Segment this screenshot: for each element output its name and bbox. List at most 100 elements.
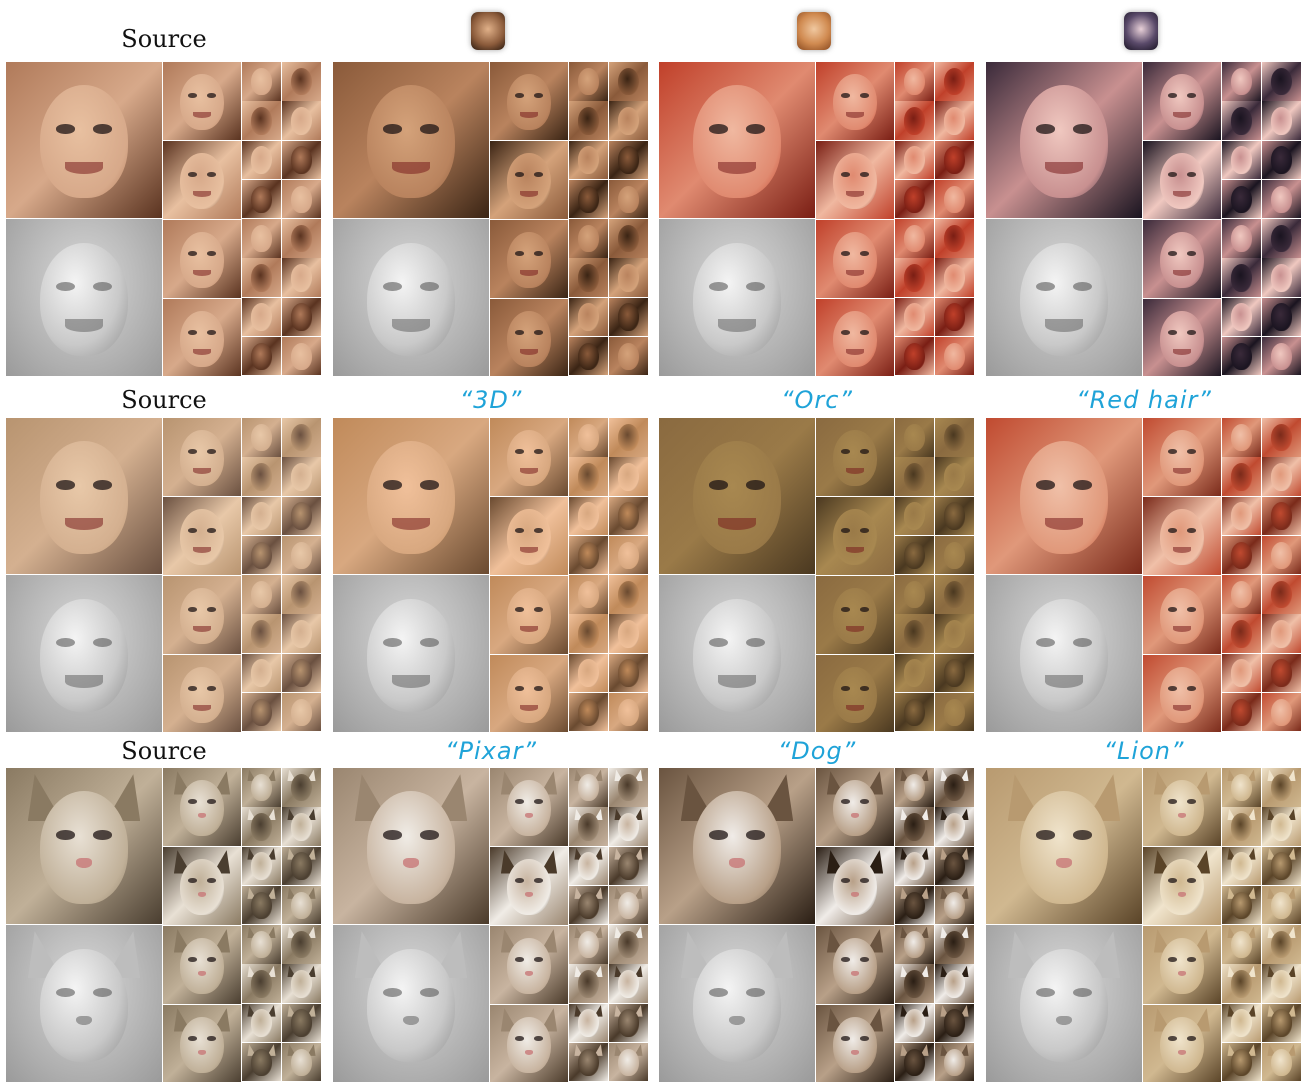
eye-shape: [187, 878, 198, 883]
small-sample-tile: [935, 964, 974, 1003]
medium-sample-tile: [816, 299, 894, 376]
face-shape: [577, 463, 600, 491]
face-shape: [617, 185, 640, 214]
nose-shape: [851, 971, 859, 976]
face-shape: [693, 441, 781, 554]
eye-shape: [187, 449, 198, 454]
eye-shape: [533, 878, 544, 883]
eye-shape: [206, 878, 217, 883]
face-shape: [1270, 813, 1293, 841]
eye-shape: [708, 987, 728, 998]
small-sample-tile: [895, 219, 934, 258]
face-shape: [1230, 659, 1253, 687]
small-sample-tile: [1262, 101, 1301, 140]
nose-shape: [525, 892, 533, 897]
small-sample-tile: [1262, 179, 1301, 219]
small-sample-tile: [609, 614, 648, 653]
small-sample-tile: [609, 101, 648, 140]
face-shape: [1230, 303, 1253, 331]
face-shape: [903, 813, 926, 841]
small-sample-tile: [1222, 807, 1261, 846]
prompt-label-pixar: “Pixar”: [445, 737, 537, 765]
main-image: [659, 62, 815, 218]
eye-shape: [382, 480, 402, 490]
face-shape: [1230, 342, 1253, 371]
small-sample-tile: [569, 179, 608, 219]
face-shape: [577, 659, 600, 687]
small-sample-tile: [609, 653, 648, 692]
eye-shape: [533, 528, 544, 533]
small-sample-tile: [282, 768, 321, 807]
main-image: [986, 768, 1142, 924]
relief-render: [333, 219, 489, 376]
face-shape: [617, 423, 640, 452]
eye-shape: [533, 93, 544, 98]
face-shape: [290, 580, 313, 609]
style-reference-thumbnail-dark-fantasy: [1124, 12, 1158, 50]
relief-render: [333, 925, 489, 1082]
main-image: [659, 768, 815, 924]
face-shape: [943, 541, 966, 570]
face-shape: [180, 152, 224, 209]
eye-shape: [1167, 686, 1178, 691]
eye-shape: [382, 830, 402, 840]
face-shape: [903, 852, 926, 880]
small-sample-tile: [935, 297, 974, 336]
face-shape: [290, 541, 313, 570]
small-sample-tile: [282, 846, 321, 885]
small-sample-tile: [1262, 575, 1301, 614]
panel-row-2-col-1: [6, 418, 322, 732]
small-sample-tile: [569, 1003, 608, 1042]
face-shape: [577, 1009, 600, 1037]
eye-shape: [859, 93, 870, 98]
face-shape: [367, 441, 455, 554]
small-sample-tile: [609, 575, 648, 614]
face-shape: [1270, 423, 1293, 452]
small-sample-tile: [609, 846, 648, 885]
face-shape: [250, 423, 273, 452]
medium-sample-tile: [816, 768, 894, 846]
small-sample-tile: [569, 101, 608, 140]
eye-shape: [206, 1036, 217, 1041]
face-shape: [617, 773, 640, 802]
face-shape: [1270, 463, 1293, 491]
face-shape: [833, 858, 877, 915]
eye-shape: [708, 124, 728, 134]
small-sample-tile: [935, 885, 974, 925]
eye-shape: [1167, 1036, 1178, 1041]
face-shape: [507, 152, 551, 209]
face-shape: [1270, 502, 1293, 530]
medium-sample-tile: [1143, 655, 1221, 732]
small-sample-tile: [1222, 219, 1261, 258]
eye-shape: [1035, 830, 1055, 840]
eye-shape: [420, 124, 440, 134]
small-sample-tile: [569, 692, 608, 732]
panel-row-1-col-4: [986, 62, 1302, 376]
face-shape: [367, 791, 455, 904]
eye-shape: [1035, 480, 1055, 490]
face-shape: [833, 937, 877, 994]
face-shape: [1160, 779, 1204, 836]
face-shape: [693, 598, 781, 712]
face-shape: [1020, 948, 1108, 1062]
face-shape: [577, 930, 600, 959]
small-sample-tile: [935, 692, 974, 732]
small-sample-tile: [1262, 258, 1301, 297]
face-shape: [1230, 813, 1253, 841]
small-sample-tile: [895, 575, 934, 614]
eye-shape: [859, 251, 870, 256]
small-sample-tile: [609, 418, 648, 457]
face-shape: [1160, 310, 1204, 367]
small-sample-tile: [569, 653, 608, 692]
small-sample-tile: [1222, 418, 1261, 457]
eye-shape: [1073, 124, 1093, 134]
small-sample-tile: [609, 457, 648, 496]
face-shape: [250, 891, 273, 920]
small-sample-tile: [609, 1003, 648, 1042]
small-sample-tile: [935, 457, 974, 496]
relief-render: [659, 219, 815, 376]
eye-shape: [840, 449, 851, 454]
small-sample-tile: [1262, 457, 1301, 496]
nose-shape: [1178, 1050, 1186, 1055]
small-sample-tile: [895, 846, 934, 885]
